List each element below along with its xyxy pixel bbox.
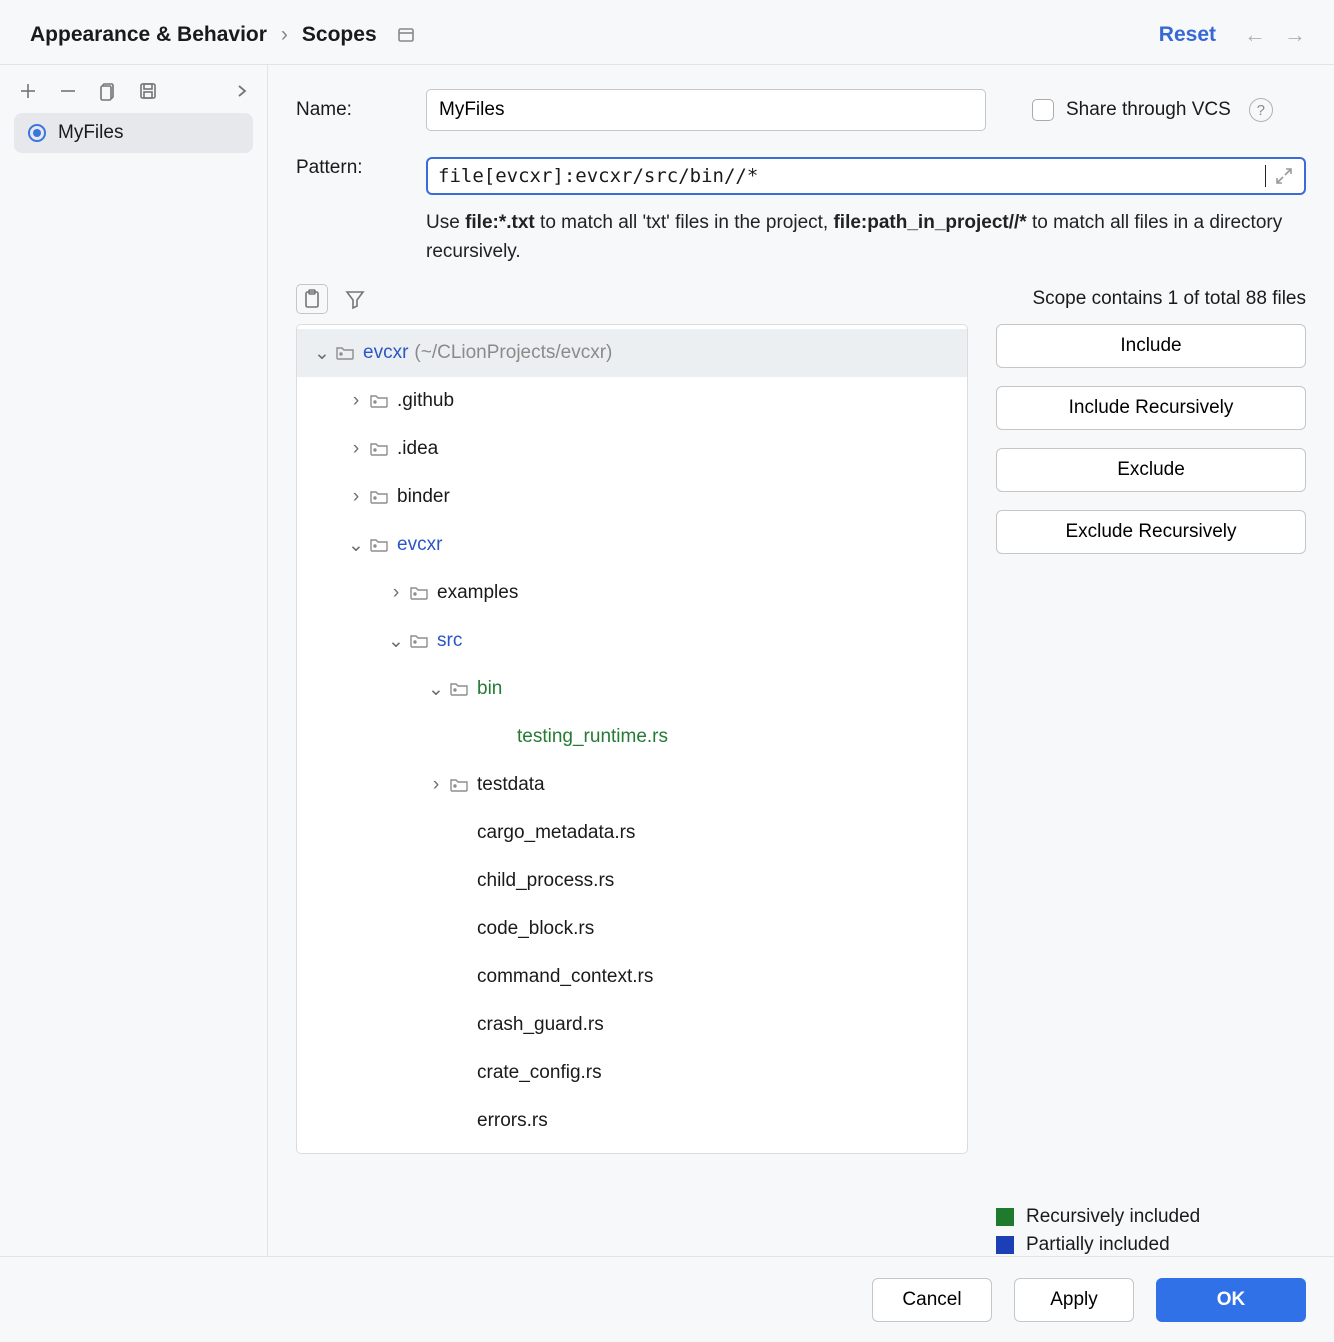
tree-node-label: evcxr bbox=[397, 534, 442, 556]
pattern-input[interactable]: file[evcxr]:evcxr/src/bin//* bbox=[426, 157, 1306, 195]
square-blue-icon bbox=[996, 1236, 1014, 1254]
folder-icon bbox=[335, 345, 355, 361]
header-bar: Appearance & Behavior › Scopes Reset ← → bbox=[0, 0, 1334, 64]
dialog-footer: Cancel Apply OK bbox=[0, 1256, 1334, 1342]
clipboard-icon[interactable] bbox=[296, 284, 328, 314]
tree-node[interactable]: ⌄ src bbox=[297, 617, 967, 665]
tree-node-label: testing_runtime.rs bbox=[517, 726, 668, 748]
tree-node[interactable]: ·command_context.rs bbox=[297, 953, 967, 1001]
filter-icon[interactable] bbox=[344, 288, 366, 310]
chevron-right-icon[interactable]: › bbox=[345, 390, 367, 412]
scope-status-text: Scope contains 1 of total 88 files bbox=[1032, 288, 1306, 310]
chevron-right-icon[interactable]: › bbox=[345, 486, 367, 508]
reset-link[interactable]: Reset bbox=[1159, 23, 1216, 47]
tree-node-path: (~/CLionProjects/evcxr) bbox=[414, 342, 612, 364]
tree-node[interactable]: › .github bbox=[297, 377, 967, 425]
help-icon[interactable]: ? bbox=[1249, 98, 1273, 122]
chevron-right-icon[interactable] bbox=[235, 84, 249, 98]
share-vcs-label: Share through VCS bbox=[1066, 99, 1231, 121]
tree-node[interactable]: ·child_process.rs bbox=[297, 857, 967, 905]
sidebar-item-myfiles[interactable]: MyFiles bbox=[14, 113, 253, 153]
scope-action-column: Include Include Recursively Exclude Excl… bbox=[996, 324, 1306, 1256]
share-vcs-checkbox[interactable] bbox=[1032, 99, 1054, 121]
include-recursively-button[interactable]: Include Recursively bbox=[996, 386, 1306, 430]
tree-node[interactable]: ·code_block.rs bbox=[297, 905, 967, 953]
tree-node[interactable]: ·crash_guard.rs bbox=[297, 1001, 967, 1049]
expand-icon[interactable] bbox=[1274, 166, 1294, 186]
tree-node-label: examples bbox=[437, 582, 518, 604]
folder-icon bbox=[449, 777, 469, 793]
apply-button[interactable]: Apply bbox=[1014, 1278, 1134, 1322]
tree-node[interactable]: › examples bbox=[297, 569, 967, 617]
tree-node[interactable]: ·cargo_metadata.rs bbox=[297, 809, 967, 857]
chevron-down-icon[interactable]: ⌄ bbox=[345, 534, 367, 557]
copy-icon[interactable] bbox=[98, 81, 118, 101]
folder-icon bbox=[409, 633, 429, 649]
exclude-button[interactable]: Exclude bbox=[996, 448, 1306, 492]
tree-node[interactable]: › binder bbox=[297, 473, 967, 521]
pattern-help-text: Use file:*.txt to match all 'txt' files … bbox=[426, 209, 1306, 266]
add-icon[interactable] bbox=[18, 81, 38, 101]
breadcrumb-separator: › bbox=[281, 23, 288, 47]
tree-node-label: child_process.rs bbox=[477, 870, 614, 892]
tree-node[interactable]: › testdata bbox=[297, 761, 967, 809]
tree-node-label: .github bbox=[397, 390, 454, 412]
save-icon[interactable] bbox=[138, 81, 158, 101]
pattern-label: Pattern: bbox=[296, 157, 406, 179]
include-button[interactable]: Include bbox=[996, 324, 1306, 368]
tree-node-root[interactable]: ⌄ evcxr (~/CLionProjects/evcxr) bbox=[297, 329, 967, 377]
cancel-button[interactable]: Cancel bbox=[872, 1278, 992, 1322]
legend-recursive: Recursively included bbox=[996, 1206, 1306, 1228]
chevron-right-icon[interactable]: › bbox=[345, 438, 367, 460]
breadcrumb-root[interactable]: Appearance & Behavior bbox=[30, 23, 267, 47]
file-tree[interactable]: ⌄ evcxr (~/CLionProjects/evcxr) › .githu… bbox=[296, 324, 968, 1154]
tree-node-label: errors.rs bbox=[477, 1110, 548, 1132]
tree-node-label: cargo_metadata.rs bbox=[477, 822, 635, 844]
tree-node-label: binder bbox=[397, 486, 450, 508]
tree-node-label: evcxr bbox=[363, 342, 408, 364]
tree-node-label: .idea bbox=[397, 438, 438, 460]
tree-node-label: command_context.rs bbox=[477, 966, 653, 988]
nav-back-icon[interactable]: ← bbox=[1244, 22, 1266, 48]
name-label: Name: bbox=[296, 99, 406, 121]
folder-icon bbox=[409, 585, 429, 601]
remove-icon[interactable] bbox=[58, 81, 78, 101]
breadcrumb-leaf: Scopes bbox=[302, 23, 377, 47]
folder-icon bbox=[369, 537, 389, 553]
chevron-down-icon[interactable]: ⌄ bbox=[425, 678, 447, 701]
tree-node[interactable]: ·errors.rs bbox=[297, 1097, 967, 1145]
chevron-down-icon[interactable]: ⌄ bbox=[311, 342, 333, 365]
chevron-down-icon[interactable]: ⌄ bbox=[385, 630, 407, 653]
popout-icon[interactable] bbox=[397, 26, 415, 44]
chevron-right-icon[interactable]: › bbox=[385, 582, 407, 604]
tree-node[interactable]: › .idea bbox=[297, 425, 967, 473]
tree-node[interactable]: ⌄ bin bbox=[297, 665, 967, 713]
tree-node-label: code_block.rs bbox=[477, 918, 594, 940]
name-input[interactable] bbox=[426, 89, 986, 131]
tree-node[interactable]: ·crate_config.rs bbox=[297, 1049, 967, 1097]
pattern-text: file[evcxr]:evcxr/src/bin//* bbox=[438, 165, 1266, 187]
folder-icon bbox=[449, 681, 469, 697]
tree-node-label: src bbox=[437, 630, 462, 652]
radio-icon bbox=[28, 124, 46, 142]
folder-icon bbox=[369, 393, 389, 409]
folder-icon bbox=[369, 441, 389, 457]
sidebar-toolbar bbox=[0, 75, 267, 113]
chevron-right-icon[interactable]: › bbox=[425, 774, 447, 796]
ok-button[interactable]: OK bbox=[1156, 1278, 1306, 1322]
content-panel: Name: Share through VCS ? Pattern: file[… bbox=[268, 65, 1334, 1256]
tree-node-label: testdata bbox=[477, 774, 545, 796]
tree-node-label: crate_config.rs bbox=[477, 1062, 602, 1084]
nav-forward-icon[interactable]: → bbox=[1284, 22, 1306, 48]
tree-node-label: bin bbox=[477, 678, 502, 700]
square-green-icon bbox=[996, 1208, 1014, 1226]
sidebar: MyFiles bbox=[0, 65, 268, 1256]
tree-node[interactable]: ⌄ evcxr bbox=[297, 521, 967, 569]
folder-icon bbox=[369, 489, 389, 505]
exclude-recursively-button[interactable]: Exclude Recursively bbox=[996, 510, 1306, 554]
tree-node-label: crash_guard.rs bbox=[477, 1014, 604, 1036]
tree-node[interactable]: · testing_runtime.rs bbox=[297, 713, 967, 761]
sidebar-item-label: MyFiles bbox=[58, 122, 123, 144]
legend-partial: Partially included bbox=[996, 1234, 1306, 1256]
